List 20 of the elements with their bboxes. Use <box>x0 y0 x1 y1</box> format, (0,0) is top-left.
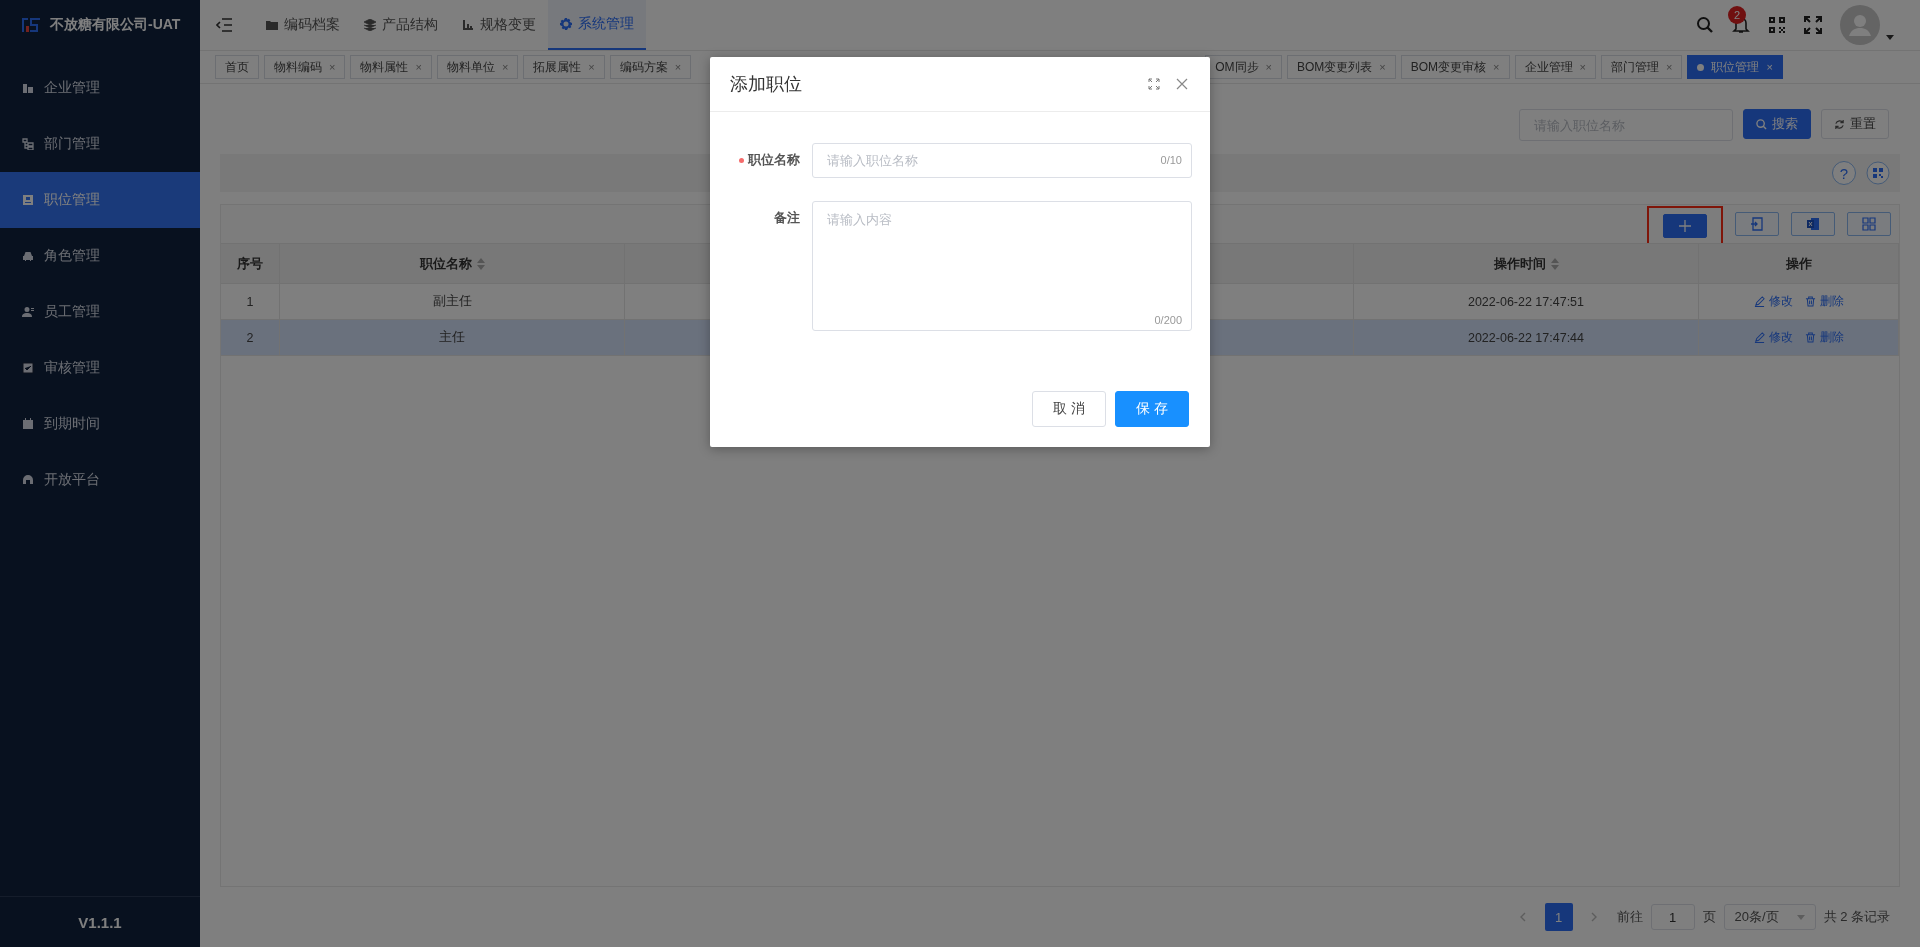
notification-badge: 2 <box>1728 6 1746 24</box>
character-counter: 0/200 <box>1154 314 1182 326</box>
table-cell: 主任 <box>439 329 465 346</box>
goto-label: 前往 <box>1616 908 1643 926</box>
dialog-title: 添加职位 <box>730 73 802 96</box>
company-title: 不放糖有限公司-UAT <box>50 16 181 34</box>
character-counter: 0/10 <box>1160 154 1182 166</box>
table-cell: 2 <box>246 330 254 345</box>
table-cell: 2022-06-22 17:47:51 <box>1467 294 1585 309</box>
page-suffix-label: 页 <box>1702 908 1716 926</box>
column-header: 序号 <box>237 254 263 273</box>
table-cell: 副主任 <box>432 293 472 310</box>
field-label: 备注 <box>774 209 800 227</box>
field-label: 职位名称 <box>748 151 800 169</box>
column-header: 职位名称 <box>419 254 472 273</box>
column-header: 操作 <box>1785 254 1812 273</box>
total-records-label: 共 2 条记录 <box>1823 908 1890 926</box>
table-cell: 2022-06-22 17:47:44 <box>1467 330 1585 345</box>
table-cell: 1 <box>246 294 254 309</box>
column-header: 操作时间 <box>1493 254 1546 273</box>
